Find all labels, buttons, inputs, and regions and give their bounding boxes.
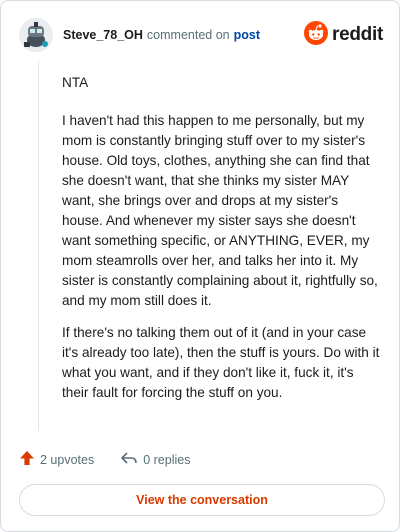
reply-icon: [120, 450, 138, 469]
comment-card: Steve_78_OH commented on post reddit NTA…: [0, 0, 400, 532]
comment-body: NTA I haven't had this happen to me pers…: [62, 73, 382, 415]
post-link[interactable]: post: [234, 28, 260, 42]
comment-paragraph: If there's no talking them out of it (an…: [62, 325, 380, 400]
comment-meta: Steve_78_OH commented on post: [63, 28, 260, 42]
thread-line: [38, 61, 39, 431]
action-text: commented on: [146, 28, 230, 42]
avatar[interactable]: [19, 18, 53, 52]
upvote-button[interactable]: 2 upvotes: [19, 450, 94, 469]
comment-paragraph: NTA: [62, 75, 89, 90]
comment-actions: 2 upvotes 0 replies: [19, 450, 216, 469]
comment-header: Steve_78_OH commented on post reddit: [19, 15, 383, 55]
upvote-count: 2 upvotes: [40, 452, 95, 467]
upvote-arrow-icon: [19, 450, 35, 469]
reddit-brand[interactable]: reddit: [304, 20, 383, 50]
comment-paragraph: I haven't had this happen to me personal…: [62, 113, 378, 308]
view-conversation-button[interactable]: View the conversation: [19, 484, 385, 516]
reddit-wordmark: reddit: [332, 24, 383, 45]
username[interactable]: Steve_78_OH: [63, 28, 143, 42]
reply-count: 0 replies: [143, 452, 191, 467]
reply-button[interactable]: 0 replies: [120, 450, 190, 469]
reddit-logo-icon: [304, 20, 329, 50]
